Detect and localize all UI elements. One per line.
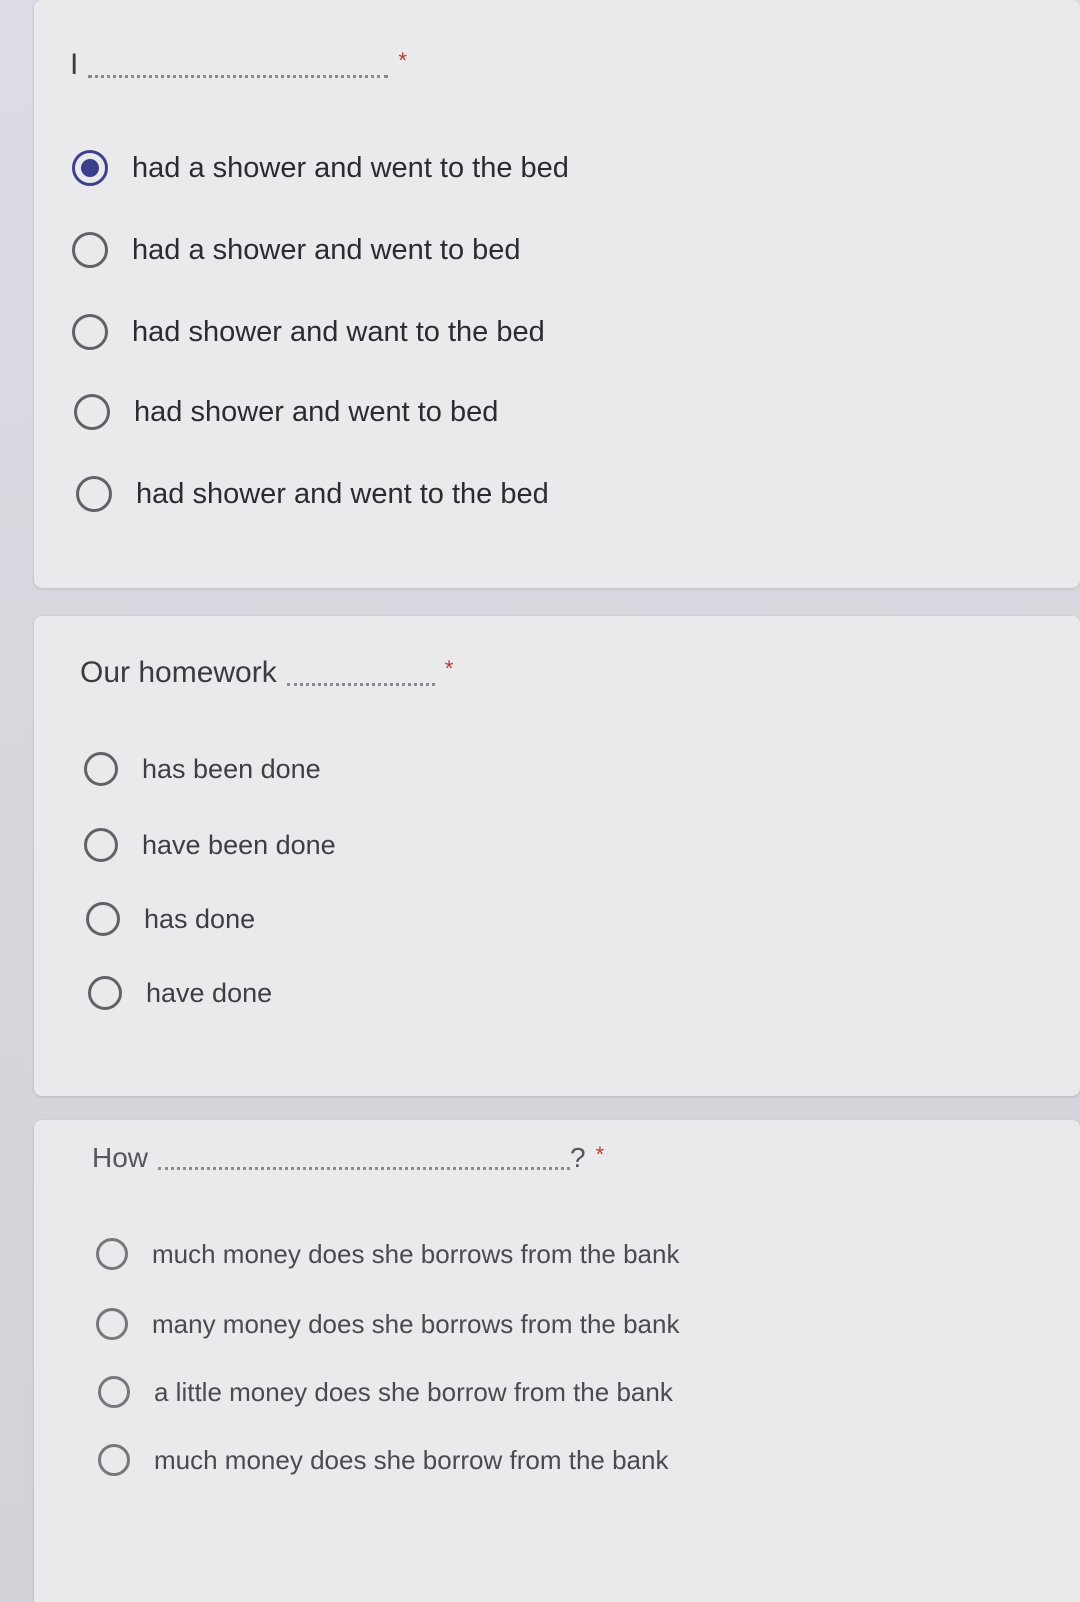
radio-icon[interactable] <box>98 1376 130 1408</box>
option-row[interactable]: had a shower and went to the bed <box>72 150 569 186</box>
radio-icon[interactable] <box>86 902 120 936</box>
required-asterisk: * <box>398 48 407 73</box>
form-page: I * had a shower and went to the bed had… <box>0 0 1080 1602</box>
option-row[interactable]: had shower and went to bed <box>74 394 498 430</box>
option-label[interactable]: have been done <box>142 830 336 861</box>
option-label[interactable]: many money does she borrows from the ban… <box>152 1309 679 1340</box>
option-row[interactable]: have done <box>88 976 272 1010</box>
option-row[interactable]: a little money does she borrow from the … <box>98 1376 673 1408</box>
question-title: How ? * <box>92 1142 604 1174</box>
question-suffix: ? <box>570 1142 586 1173</box>
option-row[interactable]: many money does she borrows from the ban… <box>96 1308 679 1340</box>
option-row[interactable]: had shower and went to the bed <box>76 476 549 512</box>
radio-icon[interactable] <box>72 314 108 350</box>
option-label[interactable]: much money does she borrow from the bank <box>154 1445 668 1476</box>
option-label[interactable]: much money does she borrows from the ban… <box>152 1239 679 1270</box>
question-prompt: How <box>92 1142 149 1173</box>
option-label[interactable]: had shower and went to bed <box>134 396 498 429</box>
required-asterisk: * <box>595 1142 605 1167</box>
radio-selected-icon[interactable] <box>72 150 108 186</box>
option-row[interactable]: have been done <box>84 828 336 862</box>
radio-icon[interactable] <box>74 394 110 430</box>
question-card-1: I * had a shower and went to the bed had… <box>34 0 1080 588</box>
option-label[interactable]: had a shower and went to the bed <box>132 152 569 185</box>
required-asterisk: * <box>444 656 454 681</box>
option-row[interactable]: had a shower and went to bed <box>72 232 521 268</box>
option-row[interactable]: much money does she borrows from the ban… <box>96 1238 679 1270</box>
option-label[interactable]: had a shower and went to bed <box>132 234 521 267</box>
question-card-3: How ? * much money does she borrows from… <box>34 1120 1080 1602</box>
radio-icon[interactable] <box>76 476 112 512</box>
answer-blank <box>158 1167 571 1170</box>
question-card-2: Our homework * has been done have been d… <box>34 616 1080 1096</box>
option-label[interactable]: had shower and went to the bed <box>136 478 549 511</box>
question-title: Our homework * <box>80 656 453 690</box>
option-row[interactable]: much money does she borrow from the bank <box>98 1444 668 1476</box>
radio-icon[interactable] <box>84 828 118 862</box>
option-row[interactable]: has done <box>86 902 255 936</box>
radio-icon[interactable] <box>84 752 118 786</box>
radio-icon[interactable] <box>96 1238 128 1270</box>
question-prompt: I <box>70 48 79 81</box>
radio-icon[interactable] <box>96 1308 128 1340</box>
option-label[interactable]: had shower and want to the bed <box>132 316 545 349</box>
option-label[interactable]: has been done <box>142 754 321 785</box>
radio-icon[interactable] <box>88 976 122 1010</box>
answer-blank <box>88 75 389 78</box>
option-label[interactable]: have done <box>146 978 272 1009</box>
question-title: I * <box>70 48 407 82</box>
radio-icon[interactable] <box>72 232 108 268</box>
answer-blank <box>286 683 435 686</box>
option-label[interactable]: has done <box>144 904 255 935</box>
option-row[interactable]: has been done <box>84 752 321 786</box>
option-row[interactable]: had shower and want to the bed <box>72 314 545 350</box>
question-prompt: Our homework <box>80 656 277 689</box>
radio-icon[interactable] <box>98 1444 130 1476</box>
option-label[interactable]: a little money does she borrow from the … <box>154 1377 673 1408</box>
